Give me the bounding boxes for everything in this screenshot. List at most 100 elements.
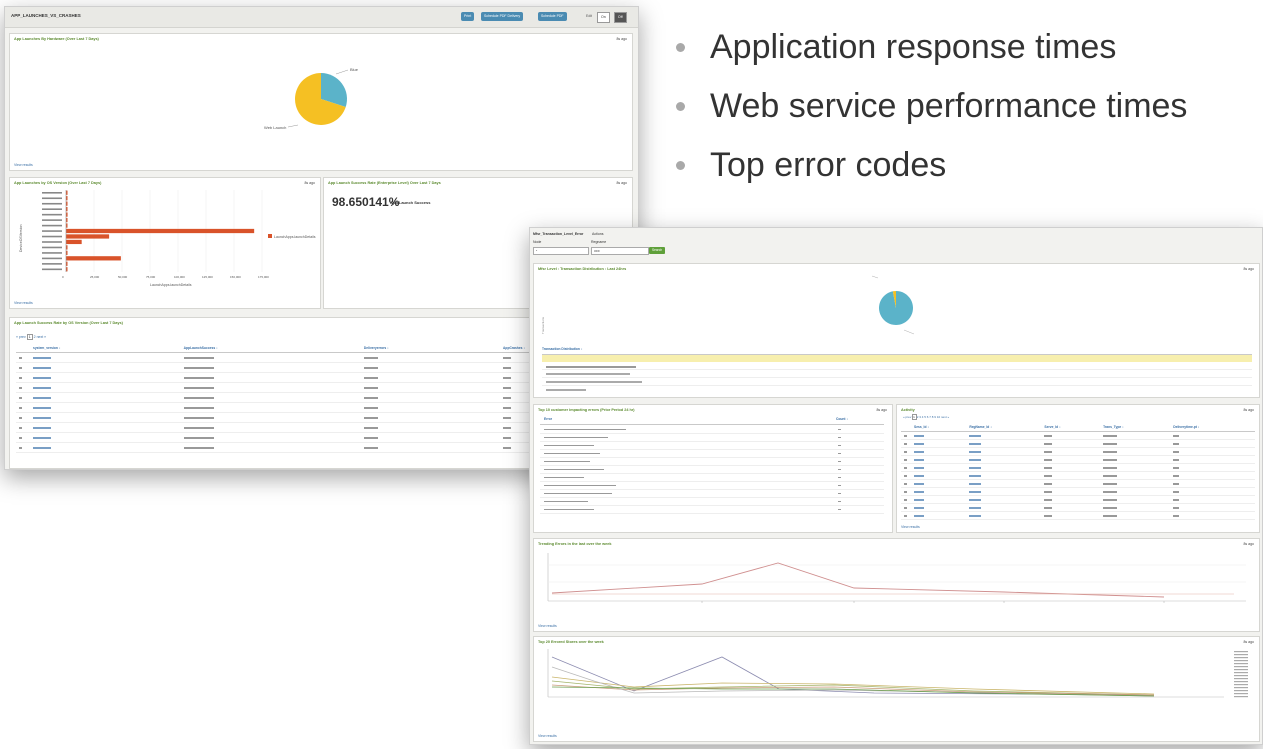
activity-panel: Activity 8s ago « prev 1 2 3 4 5 6 7 8 9… [896, 404, 1260, 533]
view-results-link[interactable]: View results [14, 301, 33, 305]
panel-age: 8s ago [616, 181, 627, 185]
table-row[interactable] [901, 511, 1255, 520]
column-header[interactable]: system_version ↕ [30, 344, 181, 353]
prev-page-link[interactable]: « prev [16, 335, 26, 339]
table-row[interactable] [901, 463, 1255, 472]
dashboard-title: APP_LAUNCHES_VS_CRASHES [11, 13, 81, 18]
schedule-pdf-delivery-button[interactable]: Schedule PDF Delivery [481, 12, 524, 21]
panel-title: Activity [901, 408, 915, 412]
view-results-link[interactable]: View results [538, 734, 557, 738]
table-row[interactable] [540, 498, 884, 506]
page-2-link[interactable]: 2 [34, 335, 36, 339]
table-row[interactable] [540, 466, 884, 474]
table-row[interactable] [901, 447, 1255, 456]
table-row[interactable] [540, 490, 884, 498]
table-row[interactable] [901, 455, 1255, 464]
column-header[interactable]: Transaction Distribution ↕ [542, 347, 1252, 355]
errored-stores-line-chart [547, 649, 1248, 698]
activity-table: Sess_Id ↕ RegName_Id ↕ Serve_Id ↕ Trans_… [901, 423, 1255, 520]
errors-table-header: Error Count ↕ [540, 417, 884, 425]
bar[interactable] [66, 228, 255, 234]
svg-text:Transactions: Transactions [541, 316, 545, 334]
transaction-distribution-panel: Mfsr Level : Transaction Distribution : … [533, 263, 1260, 398]
bullet-text: Top error codes [710, 146, 947, 184]
bullet-dot-icon [676, 43, 685, 52]
column-header[interactable]: Deliverytime.pt ↕ [1170, 423, 1255, 432]
node-input[interactable]: * [533, 247, 589, 255]
x-tick-label: 175,000 [258, 275, 269, 279]
launches-by-hardware-panel: App Launches By Hardware (Over Last 7 Da… [9, 33, 633, 171]
trending-errors-line-chart [547, 553, 1246, 603]
table-row[interactable] [542, 355, 1252, 368]
edit-label: Edit [586, 14, 593, 18]
print-button[interactable]: Print [461, 12, 475, 21]
page-1-link[interactable]: 1 [26, 334, 33, 340]
x-tick-label: 50,000 [118, 275, 128, 279]
view-results-link[interactable]: View results [14, 163, 33, 167]
bar[interactable] [66, 256, 121, 261]
node-label: Node [533, 240, 542, 244]
errors-table-body [540, 426, 884, 514]
table-row[interactable] [901, 431, 1255, 440]
search-button[interactable]: Search [649, 247, 666, 254]
bar[interactable] [66, 234, 110, 239]
pie-label-blue: Blue [350, 67, 359, 72]
column-header[interactable]: RegName_Id ↕ [966, 423, 1042, 432]
table-row[interactable] [540, 442, 884, 450]
table-row[interactable] [901, 471, 1255, 480]
view-results-link[interactable]: View results [901, 525, 920, 529]
table-row[interactable] [542, 378, 1252, 391]
x-tick-label: 125,000 [202, 275, 213, 279]
panel-title: App Launch Success Rate (Enterprise Leve… [328, 181, 441, 185]
table-row[interactable] [540, 450, 884, 458]
pager-link[interactable]: next » [941, 415, 949, 419]
table-row[interactable] [540, 458, 884, 466]
table-row[interactable] [901, 487, 1255, 496]
column-header[interactable]: Serve_Id ↕ [1041, 423, 1101, 432]
table-row[interactable] [540, 474, 884, 482]
table-row[interactable] [901, 503, 1255, 512]
table-row[interactable] [540, 426, 884, 434]
table-row[interactable] [542, 370, 1252, 383]
column-header[interactable]: Deliveryerrors ↕ [360, 344, 501, 353]
x-tick-label: 75,000 [146, 275, 156, 279]
bullet-dot-icon [676, 102, 685, 111]
table-row[interactable] [540, 434, 884, 442]
table-row[interactable] [542, 362, 1252, 375]
edit-on-toggle[interactable]: On [597, 12, 610, 23]
column-header[interactable]: Trans_Type ↕ [1100, 423, 1171, 432]
bullet-item: Top error codes [672, 140, 1187, 199]
legend-label: LaunchApps.launchDetails [274, 235, 316, 239]
bullet-text: Application response times [710, 28, 1117, 66]
pager-link[interactable]: « prev [903, 415, 912, 419]
column-header[interactable]: Count ↕ [836, 417, 848, 421]
regname-input[interactable]: OFF [591, 247, 649, 255]
bar[interactable] [66, 239, 82, 245]
y-axis-label: DeviceOSVersion [19, 225, 23, 252]
hardware-pie-chart: Blue Web Launch [264, 67, 359, 130]
table-row[interactable] [540, 482, 884, 490]
x-tick-label: 150,000 [230, 275, 241, 279]
x-tick-label: 0 [62, 275, 64, 279]
column-header[interactable]: Error [544, 417, 552, 421]
bullet-item: Application response times [672, 22, 1187, 81]
dashboard-toolbar: APP_LAUNCHES_VS_CRASHES Print Schedule P… [5, 7, 638, 28]
os-bar-chart: 0 25,000 50,000 75,000 100,000 125,000 150,000… [19, 190, 316, 287]
view-results-link[interactable]: View results [538, 624, 557, 628]
next-page-link[interactable]: next » [37, 335, 47, 339]
bullet-dot-icon [676, 161, 685, 170]
actions-menu[interactable]: Actions [592, 232, 603, 236]
table-row[interactable] [901, 495, 1255, 504]
bullet-list: Application response times Web service p… [672, 22, 1187, 199]
x-axis-label: LaunchApps.launchDetails [150, 283, 192, 287]
table-pager: « prev 1 2 next » [16, 334, 46, 340]
table-row[interactable] [901, 439, 1255, 448]
schedule-pdf-button[interactable]: Schedule PDF [538, 12, 567, 21]
column-header[interactable]: Sess_Id ↕ [911, 423, 967, 432]
success-rate-label: App Launch Success [390, 200, 431, 205]
table-row[interactable] [901, 479, 1255, 488]
table-row[interactable] [540, 506, 884, 514]
errored-stores-panel: Top 20 Errored Stores over the week 8s a… [533, 636, 1260, 742]
edit-off-toggle[interactable]: Off [614, 12, 627, 23]
column-header[interactable]: AppLaunchSuccess ↕ [180, 344, 361, 353]
